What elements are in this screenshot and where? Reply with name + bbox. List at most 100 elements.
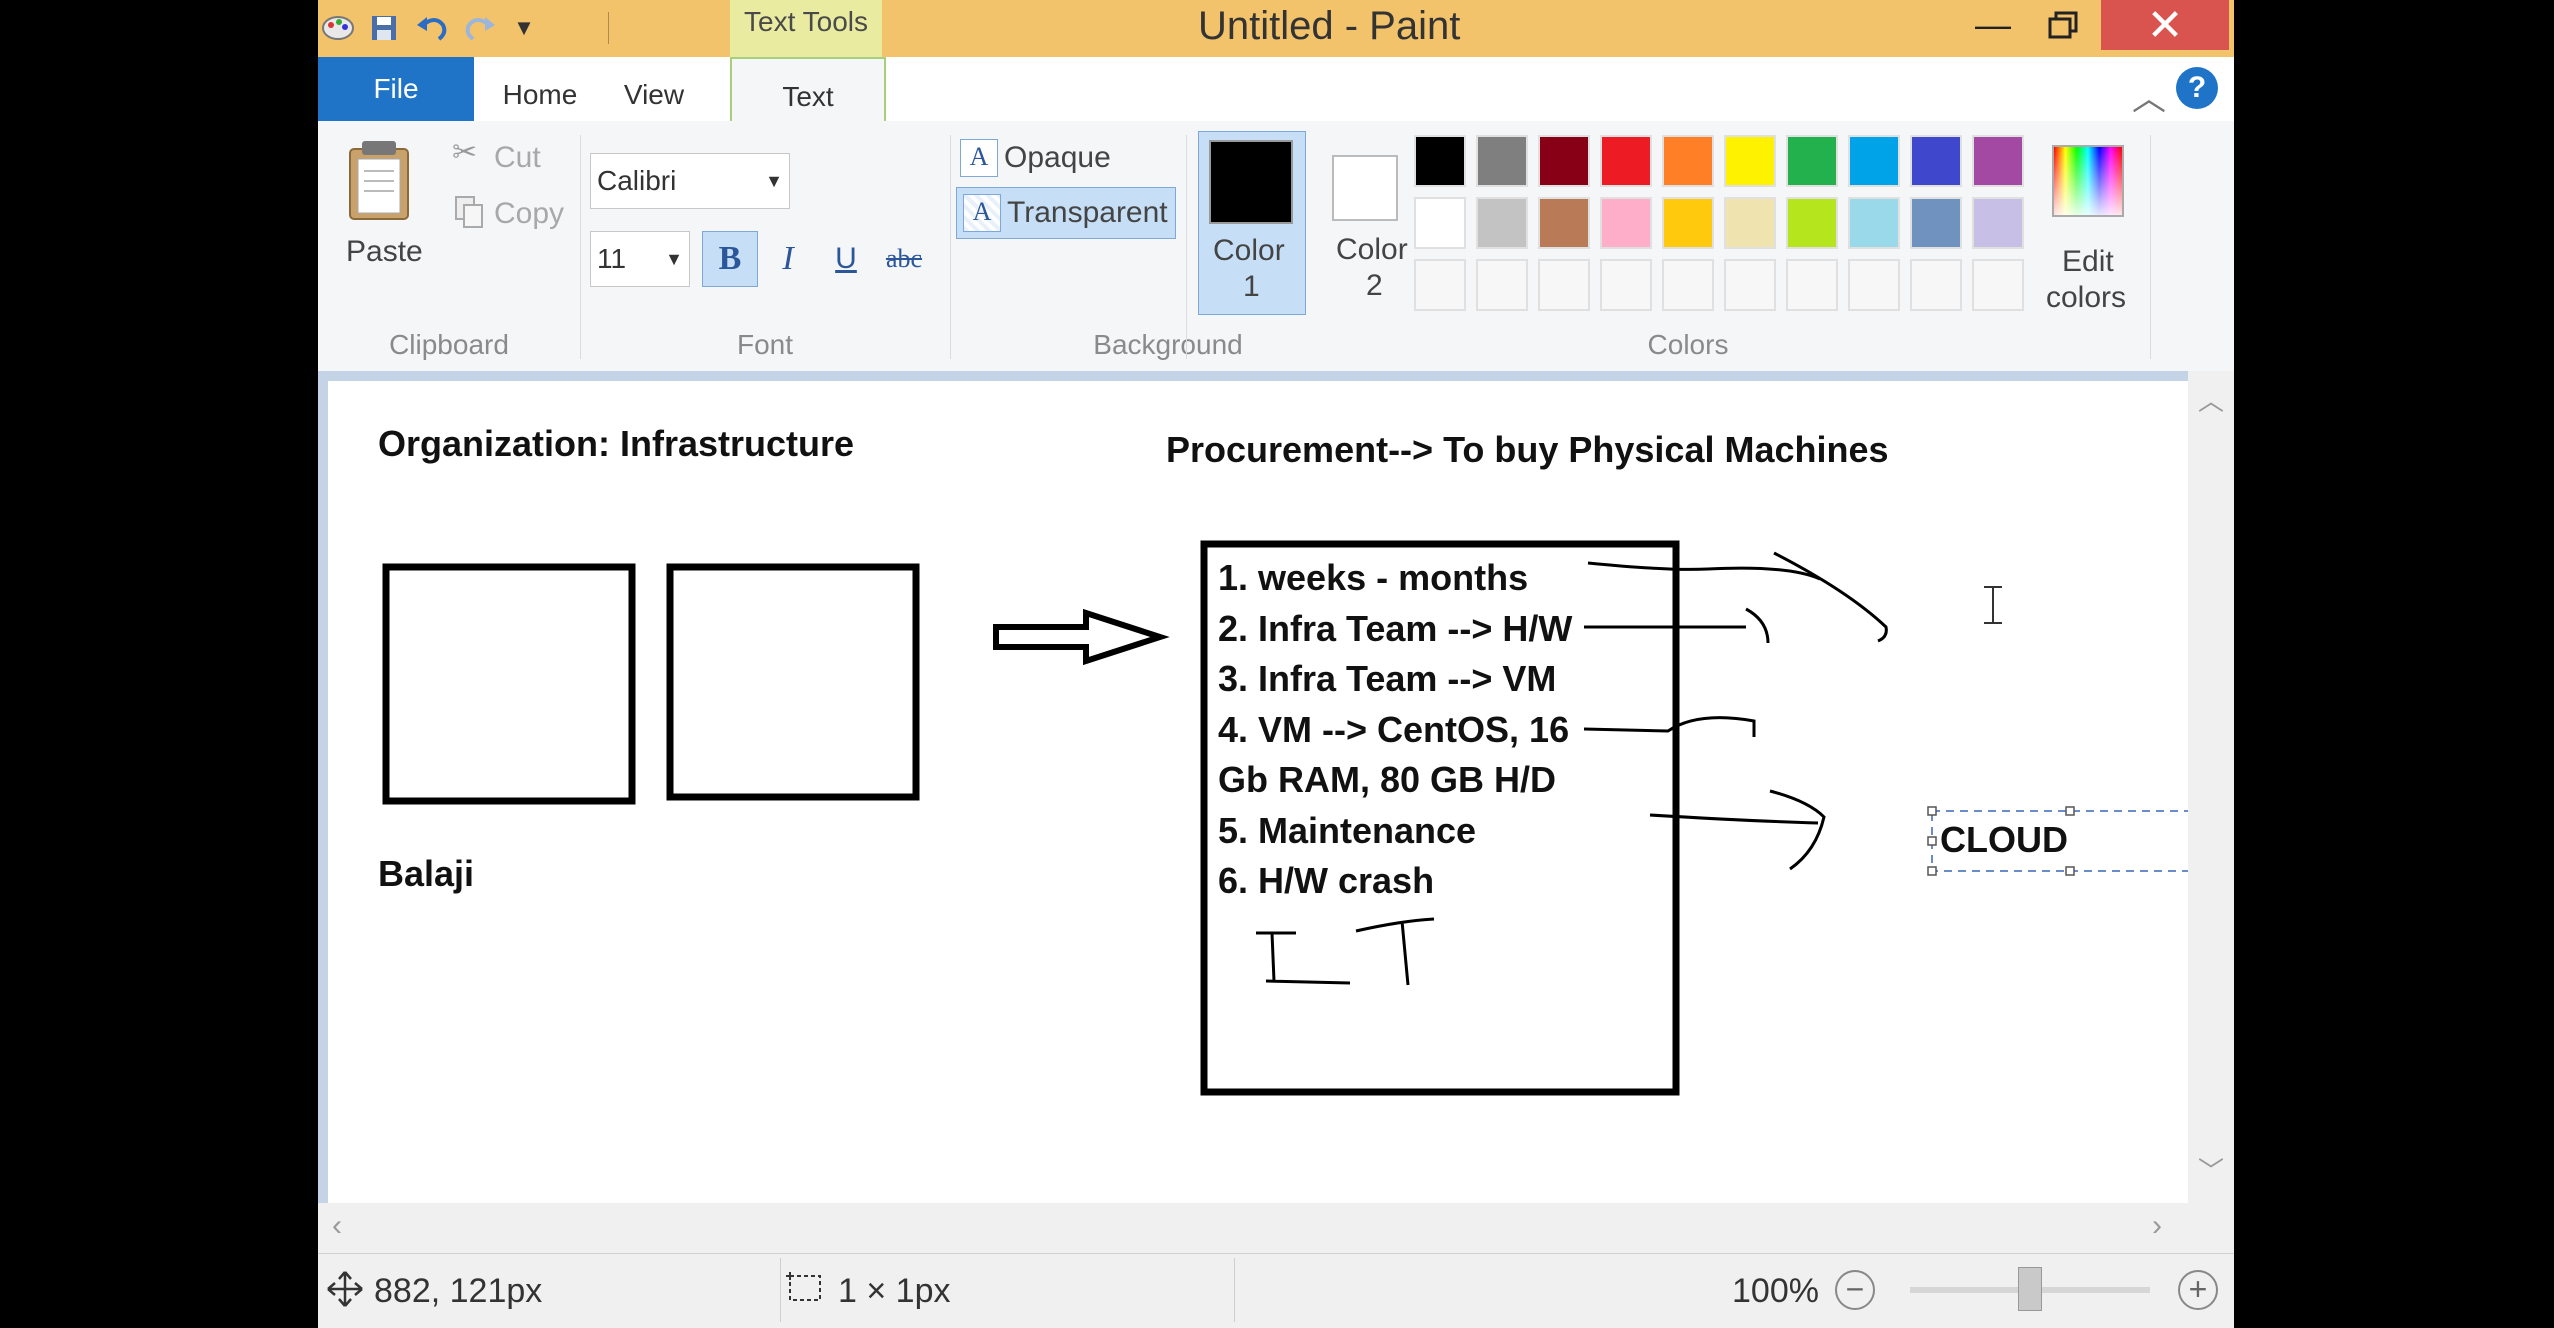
- paste-icon[interactable]: [344, 139, 414, 226]
- edit-colors-label-1: Edit: [2062, 245, 2114, 278]
- color-swatch[interactable]: [1786, 135, 1838, 187]
- font-size-select[interactable]: 11 ▼: [590, 231, 690, 287]
- font-size-value: 11: [597, 243, 627, 274]
- custom-color-slot[interactable]: [1848, 259, 1900, 311]
- tab-file[interactable]: File: [318, 57, 474, 121]
- resize-handle[interactable]: [1927, 866, 1937, 876]
- color-swatch[interactable]: [1724, 135, 1776, 187]
- color1-button[interactable]: Color 1: [1198, 131, 1306, 315]
- color-swatch[interactable]: [1724, 197, 1776, 249]
- color-swatch[interactable]: [1414, 135, 1466, 187]
- resize-handle[interactable]: [2065, 866, 2075, 876]
- color2-swatch: [1332, 155, 1398, 221]
- scroll-up-icon[interactable]: ︿: [2198, 381, 2224, 418]
- bold-button[interactable]: B: [702, 231, 758, 287]
- color-swatch[interactable]: [1848, 197, 1900, 249]
- zoom-slider-thumb[interactable]: [2018, 1267, 2042, 1311]
- color-swatch[interactable]: [1600, 197, 1652, 249]
- color2-number: 2: [1366, 269, 1383, 302]
- help-icon[interactable]: ?: [2176, 67, 2218, 109]
- color2-button[interactable]: Color 2: [1310, 131, 1418, 315]
- scroll-down-icon[interactable]: ﹀: [2198, 1151, 2224, 1188]
- paste-button-label[interactable]: Paste: [346, 235, 423, 269]
- transparent-option[interactable]: A Transparent: [956, 187, 1176, 239]
- scroll-right-icon[interactable]: ›: [2152, 1209, 2162, 1243]
- copy-button[interactable]: Copy: [494, 197, 564, 231]
- cut-icon[interactable]: ✂: [452, 135, 477, 170]
- status-divider: [780, 1258, 781, 1322]
- list-item: 4. VM --> CentOS, 16: [1218, 708, 1570, 750]
- arrow-shape: [993, 608, 1170, 666]
- vertical-scrollbar[interactable]: ︿ ﹀: [2188, 371, 2234, 1203]
- custom-color-slot[interactable]: [1538, 259, 1590, 311]
- title-bar: ▼ Text Tools Untitled - Paint — ✕: [318, 0, 2234, 57]
- custom-color-slot[interactable]: [1786, 259, 1838, 311]
- chevron-down-icon: ▼: [765, 171, 783, 191]
- text-cursor-icon: [1984, 586, 2002, 624]
- cloud-text-box[interactable]: CLOUD: [1940, 819, 2068, 861]
- color-swatch[interactable]: [1538, 135, 1590, 187]
- zoom-out-button[interactable]: −: [1835, 1270, 1875, 1310]
- list-item: 3. Infra Team --> VM: [1218, 658, 1557, 699]
- custom-color-slot[interactable]: [1972, 259, 2024, 311]
- color-swatch[interactable]: [1600, 135, 1652, 187]
- list-item: 5. Maintenance: [1218, 809, 1477, 851]
- colors-group-label: Colors: [1647, 329, 1729, 360]
- strikethrough-button[interactable]: abc: [876, 231, 932, 287]
- custom-color-slot[interactable]: [1724, 259, 1776, 311]
- drawing-canvas[interactable]: Organization: Infrastructure Procurement…: [328, 381, 2188, 1203]
- list-item: 6. H/W crash: [1218, 860, 1435, 901]
- paint-app-icon[interactable]: [318, 6, 358, 50]
- restore-button[interactable]: [2028, 0, 2098, 50]
- edit-colors-button[interactable]: Edit colors: [2040, 131, 2136, 315]
- color-swatch[interactable]: [1476, 135, 1528, 187]
- color-swatch[interactable]: [1414, 197, 1466, 249]
- freehand-it-letters: [1256, 917, 1435, 986]
- custom-color-slot[interactable]: [1600, 259, 1652, 311]
- font-family-select[interactable]: Calibri ▼: [590, 153, 790, 209]
- color-swatch[interactable]: [1910, 135, 1962, 187]
- scroll-left-icon[interactable]: ‹: [332, 1209, 342, 1243]
- tab-home[interactable]: Home: [490, 57, 590, 121]
- zoom-slider[interactable]: [1910, 1267, 2150, 1311]
- resize-handle[interactable]: [1927, 836, 1937, 846]
- opaque-icon: A: [960, 139, 998, 177]
- color-swatch[interactable]: [1538, 197, 1590, 249]
- redo-icon[interactable]: [460, 6, 500, 50]
- cut-button[interactable]: Cut: [494, 141, 541, 175]
- custom-color-slot[interactable]: [1662, 259, 1714, 311]
- italic-button[interactable]: I: [760, 231, 816, 287]
- color-swatch[interactable]: [1972, 197, 2024, 249]
- tab-view[interactable]: View: [604, 57, 704, 121]
- minimize-ribbon-icon[interactable]: ︿: [2132, 71, 2166, 120]
- color-swatch[interactable]: [1972, 135, 2024, 187]
- horizontal-scrollbar[interactable]: ‹ ›: [318, 1203, 2234, 1253]
- underline-button[interactable]: U: [818, 231, 874, 287]
- color-swatch[interactable]: [1910, 197, 1962, 249]
- custom-color-slot[interactable]: [1414, 259, 1466, 311]
- resize-handle[interactable]: [1927, 806, 1937, 816]
- custom-color-slot[interactable]: [1476, 259, 1528, 311]
- custom-color-slot[interactable]: [1910, 259, 1962, 311]
- list-item: 1. weeks - months: [1218, 557, 1529, 598]
- chevron-down-icon: ▼: [665, 249, 683, 269]
- opaque-option[interactable]: A Opaque: [960, 135, 1168, 183]
- color-swatch[interactable]: [1662, 135, 1714, 187]
- color-swatch[interactable]: [1786, 197, 1838, 249]
- copy-icon[interactable]: [454, 195, 484, 234]
- minimize-button[interactable]: —: [1958, 0, 2028, 50]
- close-button[interactable]: ✕: [2101, 0, 2229, 50]
- color-swatch[interactable]: [1476, 197, 1528, 249]
- color2-label: Color: [1336, 233, 1408, 266]
- save-icon[interactable]: [364, 6, 404, 50]
- color-swatch[interactable]: [1662, 197, 1714, 249]
- font-group-label: Font: [736, 329, 794, 360]
- zoom-in-button[interactable]: +: [2178, 1270, 2218, 1310]
- name-label: Balaji: [378, 853, 475, 894]
- customize-quick-access-icon[interactable]: ▼: [504, 6, 544, 50]
- tab-text[interactable]: Text: [730, 57, 886, 123]
- resize-handle[interactable]: [2065, 806, 2075, 816]
- undo-icon[interactable]: [412, 6, 452, 50]
- group-separator: [1186, 135, 1187, 359]
- color-swatch[interactable]: [1848, 135, 1900, 187]
